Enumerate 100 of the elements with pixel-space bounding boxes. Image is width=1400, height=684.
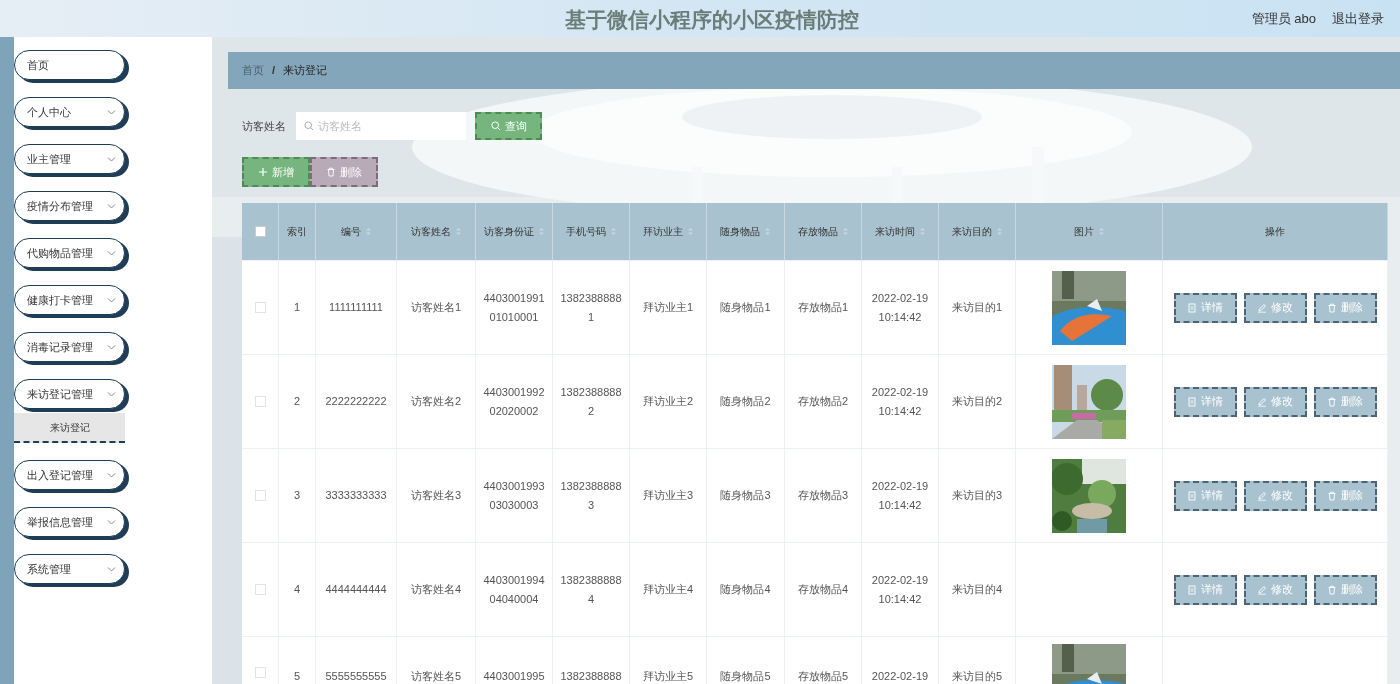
column-header: 手机号码 (565, 225, 606, 239)
menu-item[interactable]: 系统管理 (14, 554, 125, 584)
checkbox[interactable] (254, 226, 266, 237)
delete-button[interactable]: 删除 (1313, 292, 1377, 323)
delete-button[interactable]: 删除 (1313, 574, 1377, 605)
search-field[interactable]: 访客姓名 (296, 112, 466, 140)
table-cell-text: 来访目的5 (951, 669, 1003, 684)
table-cell-text: 拜访业主4 (642, 582, 694, 597)
submenu-item[interactable]: 来访登记 (14, 413, 125, 443)
checkbox[interactable] (254, 396, 266, 407)
column-header: 来访目的 (951, 225, 992, 239)
edit-button[interactable]: 修改 (1243, 480, 1307, 511)
table-cell-text: 2022-02-19 10:14:42 (870, 478, 930, 513)
document-icon (1187, 584, 1197, 595)
document-icon (1187, 302, 1197, 313)
logout-link[interactable]: 退出登录 (1332, 8, 1384, 29)
breadcrumb-link[interactable]: 首页 (242, 62, 264, 79)
menu-item[interactable]: 举报信息管理 (14, 507, 125, 537)
checkbox[interactable] (254, 667, 266, 678)
edit-button[interactable]: 修改 (1243, 386, 1307, 417)
menu-item[interactable]: 消毒记录管理 (14, 332, 125, 362)
delete-button[interactable]: 删除 (310, 157, 378, 187)
menu-item[interactable]: 健康打卡管理 (14, 285, 125, 315)
search-label: 访客姓名 (242, 118, 286, 134)
table-cell-text: 访客姓名1 (410, 300, 462, 315)
search-button[interactable]: 查询 (475, 112, 542, 140)
table-cell-text: 随身物品4 (720, 582, 771, 597)
table-cell-text: 访客姓名5 (410, 669, 462, 684)
table-cell-text: 3 (293, 488, 301, 503)
table-cell-text: 5555555555 (325, 669, 387, 684)
detail-button[interactable]: 详情 (1173, 386, 1237, 417)
column-header: 操作 (1265, 225, 1285, 239)
breadcrumb-current: 来访登记 (283, 63, 328, 79)
column-header: 编号 (340, 225, 361, 239)
table-cell-text: 访客姓名3 (410, 488, 462, 503)
table-cell-text: 13823888881 (559, 290, 623, 325)
table-cell-text: 440300199101010001 (482, 290, 546, 325)
table-cell-text: 1111111111 (329, 300, 383, 315)
trash-icon (1327, 584, 1337, 595)
plus-icon (258, 167, 268, 177)
table-cell-text: 存放物品4 (797, 582, 849, 597)
table-cell-text: 5 (293, 669, 301, 684)
checkbox[interactable] (254, 490, 266, 501)
table-cell-text: 4444444444 (325, 582, 387, 597)
table-cell-text: 4403001995 (483, 669, 545, 684)
table-cell-text: 2022-02-19 (871, 669, 929, 684)
checkbox[interactable] (254, 584, 266, 595)
column-header: 图片 (1073, 225, 1094, 239)
table-cell-text: 2022-02-19 10:14:42 (870, 384, 930, 419)
column-header: 存放物品 (797, 225, 838, 239)
breadcrumb-separator: / (272, 63, 276, 79)
menu-item[interactable]: 出入登记管理 (14, 460, 125, 490)
pencil-icon (1257, 490, 1267, 501)
trash-icon (326, 167, 336, 177)
table-cell-text: 来访目的3 (951, 488, 1003, 503)
edit-button[interactable]: 修改 (1243, 292, 1307, 323)
table-cell-text: 拜访业主2 (642, 394, 694, 409)
table-cell-text: 存放物品1 (797, 300, 849, 315)
delete-button[interactable]: 删除 (1313, 480, 1377, 511)
table-cell-text: 440300199202020002 (482, 384, 546, 419)
column-header: 访客身份证 (483, 225, 534, 239)
pencil-icon (1257, 302, 1267, 313)
table-cell-text: 1 (293, 300, 301, 315)
column-header: 随身物品 (720, 225, 760, 239)
table-cell-text: 13823888884 (559, 572, 623, 607)
table-cell-text: 存放物品2 (797, 394, 849, 409)
user-name: 管理员 abo (1251, 9, 1316, 28)
table-cell-text: 随身物品2 (720, 394, 771, 409)
edit-button[interactable]: 修改 (1243, 574, 1307, 605)
column-header: 来访时间 (874, 225, 915, 239)
menu-item[interactable]: 来访登记管理 (14, 379, 125, 409)
add-button[interactable]: 新增 (242, 157, 310, 187)
table-cell-text: 13823888882 (559, 384, 623, 419)
menu-item[interactable]: 业主管理 (14, 144, 125, 174)
table-cell-text: 13823888883 (559, 478, 623, 513)
trash-icon (1327, 396, 1337, 407)
table-cell-text: 2222222222 (325, 394, 387, 409)
table-cell-text: 访客姓名2 (410, 394, 462, 409)
menu-item[interactable]: 疫情分布管理 (14, 191, 125, 221)
search-icon (490, 121, 501, 131)
delete-button[interactable]: 删除 (1313, 386, 1377, 417)
detail-button[interactable]: 详情 (1173, 480, 1237, 511)
menu-item[interactable]: 个人中心 (14, 97, 125, 127)
table-cell-text: 存放物品3 (797, 488, 849, 503)
detail-button[interactable]: 详情 (1173, 292, 1237, 323)
detail-button[interactable]: 详情 (1173, 574, 1237, 605)
document-icon (1187, 490, 1197, 501)
menu-item[interactable]: 首页 (14, 50, 125, 80)
table-cell-text: 随身物品3 (720, 488, 771, 503)
trash-icon (1327, 302, 1337, 313)
table-cell-text: 来访目的2 (951, 394, 1003, 409)
search-icon (304, 121, 314, 131)
checkbox[interactable] (254, 302, 266, 313)
table-cell-text: 1382388888 (560, 669, 622, 684)
pencil-icon (1257, 584, 1267, 595)
table-cell-text: 2 (293, 394, 301, 409)
column-header: 拜访业主 (642, 225, 683, 239)
trash-icon (1327, 490, 1337, 501)
table-cell-text: 440300199404040004 (482, 572, 546, 607)
table-cell-text: 随身物品1 (720, 300, 771, 315)
